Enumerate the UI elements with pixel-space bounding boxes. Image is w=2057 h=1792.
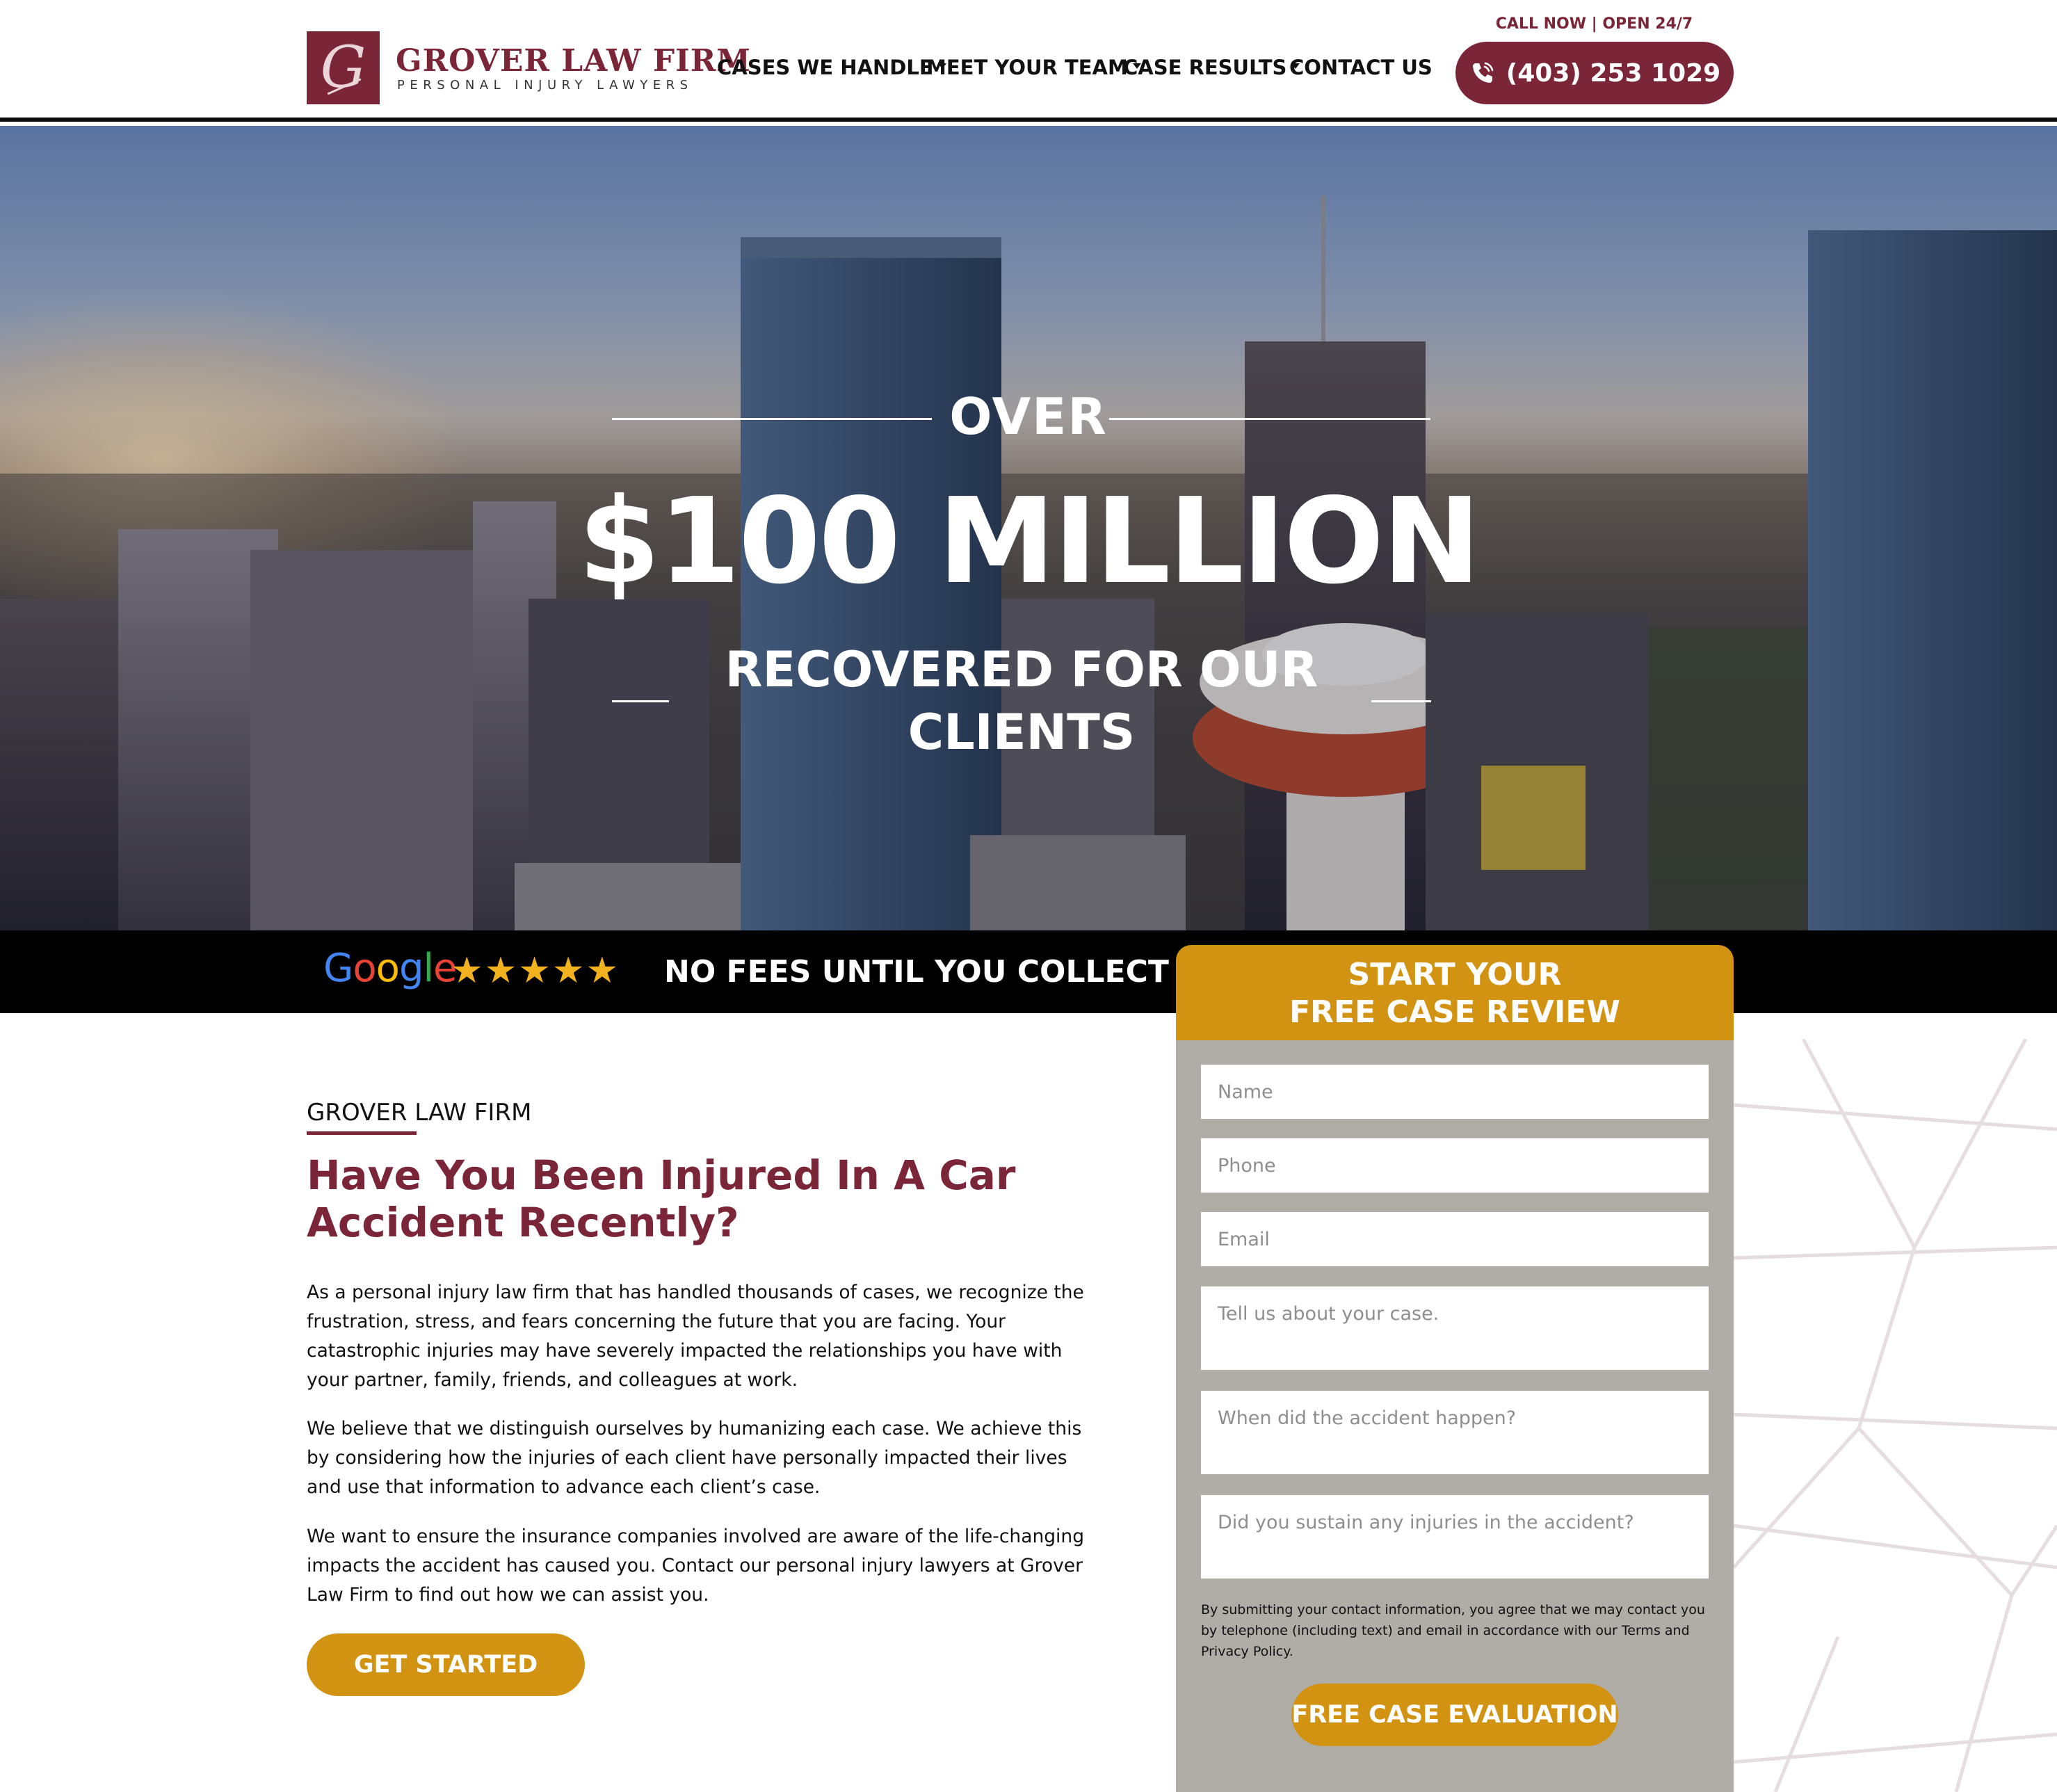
nav-label: CONTACT US (1289, 56, 1433, 79)
brand-tagline: PERSONAL INJURY LAWYERS (397, 78, 693, 92)
nav-meet-your-team[interactable]: MEET YOUR TEAM (926, 56, 1141, 83)
hero-banner: OVER $100 MILLION RECOVERED FOR OUR CLIE… (0, 126, 2057, 930)
nav-case-results[interactable]: CASE RESULTS (1123, 56, 1300, 83)
google-logo: Google (323, 946, 458, 991)
hero-amount: $100 MILLION (578, 473, 1481, 611)
form-header: START YOUR FREE CASE REVIEW (1176, 945, 1734, 1040)
phone-number: (403) 253 1029 (1506, 58, 1721, 88)
logo-icon[interactable]: G (307, 31, 380, 104)
section-headline: Have You Been Injured In A Car Accident … (307, 1152, 1016, 1246)
case-details-field[interactable] (1201, 1286, 1709, 1370)
email-field[interactable] (1201, 1212, 1709, 1266)
nav-cases-we-handle[interactable]: CASES WE HANDLE (717, 56, 946, 83)
name-field[interactable] (1201, 1065, 1709, 1119)
body-paragraph-3: We want to ensure the insurance companie… (307, 1526, 1085, 1606)
site-header: G GROVER LAW FIRM PERSONAL INJURY LAWYER… (0, 0, 2057, 122)
free-case-evaluation-button[interactable]: FREE CASE EVALUATION (1291, 1684, 1618, 1746)
nav-label: CASE RESULTS (1123, 56, 1287, 79)
form-title-line1: START YOUR (1348, 957, 1562, 992)
hero-divider-small-right (1371, 700, 1431, 702)
call-now-label: CALL NOW | OPEN 24/7 (1495, 15, 1693, 33)
body-paragraph-2: We believe that we distinguish ourselves… (307, 1418, 1082, 1498)
injuries-field[interactable] (1201, 1495, 1709, 1579)
form-title-line2: FREE CASE REVIEW (1289, 994, 1620, 1030)
nav-contact-us[interactable]: CONTACT US (1289, 56, 1433, 83)
eyebrow-underline (307, 1131, 417, 1135)
body-paragraph-1: As a personal injury law firm that has h… (307, 1282, 1084, 1391)
section-eyebrow: GROVER LAW FIRM (307, 1099, 532, 1127)
hero-divider-small-left (612, 700, 669, 702)
hero-over: OVER (949, 387, 1108, 446)
no-fees-text: NO FEES UNTIL YOU COLLECT (664, 954, 1169, 990)
hero-subtitle: RECOVERED FOR OUR CLIENTS (725, 641, 1318, 761)
star-rating: ★★★★★ (451, 950, 620, 992)
nav-label: MEET YOUR TEAM (926, 56, 1128, 79)
phone-icon (1472, 62, 1494, 83)
get-started-button[interactable]: GET STARTED (307, 1633, 585, 1696)
phone-field[interactable] (1201, 1138, 1709, 1193)
accident-date-field[interactable] (1201, 1391, 1709, 1474)
decorative-line-pattern (1734, 1039, 2057, 1792)
brand-name[interactable]: GROVER LAW FIRM (396, 43, 751, 79)
nav-label: CASES WE HANDLE (717, 56, 933, 79)
consent-disclaimer: By submitting your contact information, … (1201, 1602, 1705, 1659)
phone-button[interactable]: (403) 253 1029 (1455, 42, 1734, 104)
